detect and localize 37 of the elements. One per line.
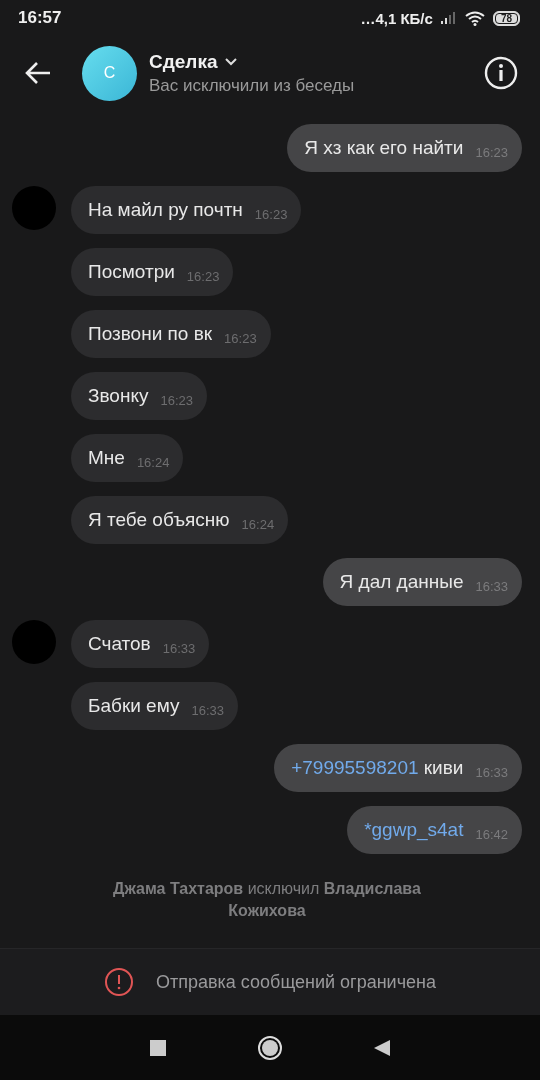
message-text: киви [422, 756, 464, 780]
wifi-icon [464, 10, 485, 26]
battery-indicator: 78 [492, 10, 520, 26]
message-time: 16:23 [224, 330, 257, 348]
message-text: Я хз как его найти [304, 136, 464, 160]
system-message: Джама Тахтаров исключил Владислава Кожихова [112, 879, 422, 921]
message-link[interactable]: *ggwp_s4at [364, 806, 464, 854]
signal-icon [440, 12, 457, 24]
message-text: Позвони по вк [88, 322, 213, 346]
message-text: Мне [88, 446, 125, 470]
chat-title[interactable]: Сделка [149, 50, 218, 73]
chevron-down-icon[interactable] [223, 57, 238, 66]
message-text: На майл ру почтн [88, 198, 243, 222]
message-time: 16:24 [241, 516, 275, 534]
message-time: 16:23 [160, 392, 193, 410]
message-time: 16:23 [254, 206, 288, 224]
message-text: Посмотри [88, 260, 175, 284]
message-text: Звонку [88, 384, 149, 408]
message-time: 16:23 [186, 268, 220, 286]
back-arrow-icon[interactable] [24, 61, 52, 85]
network-speed: …4,1 КБ/с [360, 9, 433, 27]
chat-subtitle: Вас исключили из беседы [149, 75, 356, 96]
message-link[interactable]: +79995598201 [291, 744, 419, 792]
message-text: Счатов [88, 632, 151, 656]
info-icon[interactable] [484, 56, 518, 90]
status-time: 16:57 [18, 8, 62, 28]
message-time: 16:33 [191, 702, 224, 720]
warning-icon [104, 967, 134, 997]
message-text: Я дал данные [339, 570, 464, 594]
message-text: Бабки ему [88, 694, 180, 718]
home-button-icon[interactable] [257, 1034, 283, 1061]
message-text: Я тебе объясню [88, 508, 230, 532]
back-button-icon[interactable] [373, 1038, 391, 1057]
recents-button-icon[interactable] [149, 1038, 167, 1057]
message-time: 16:33 [162, 640, 196, 658]
message-time: 16:24 [136, 454, 170, 472]
restriction-notice: Отправка сообщений ограничена [156, 971, 436, 993]
